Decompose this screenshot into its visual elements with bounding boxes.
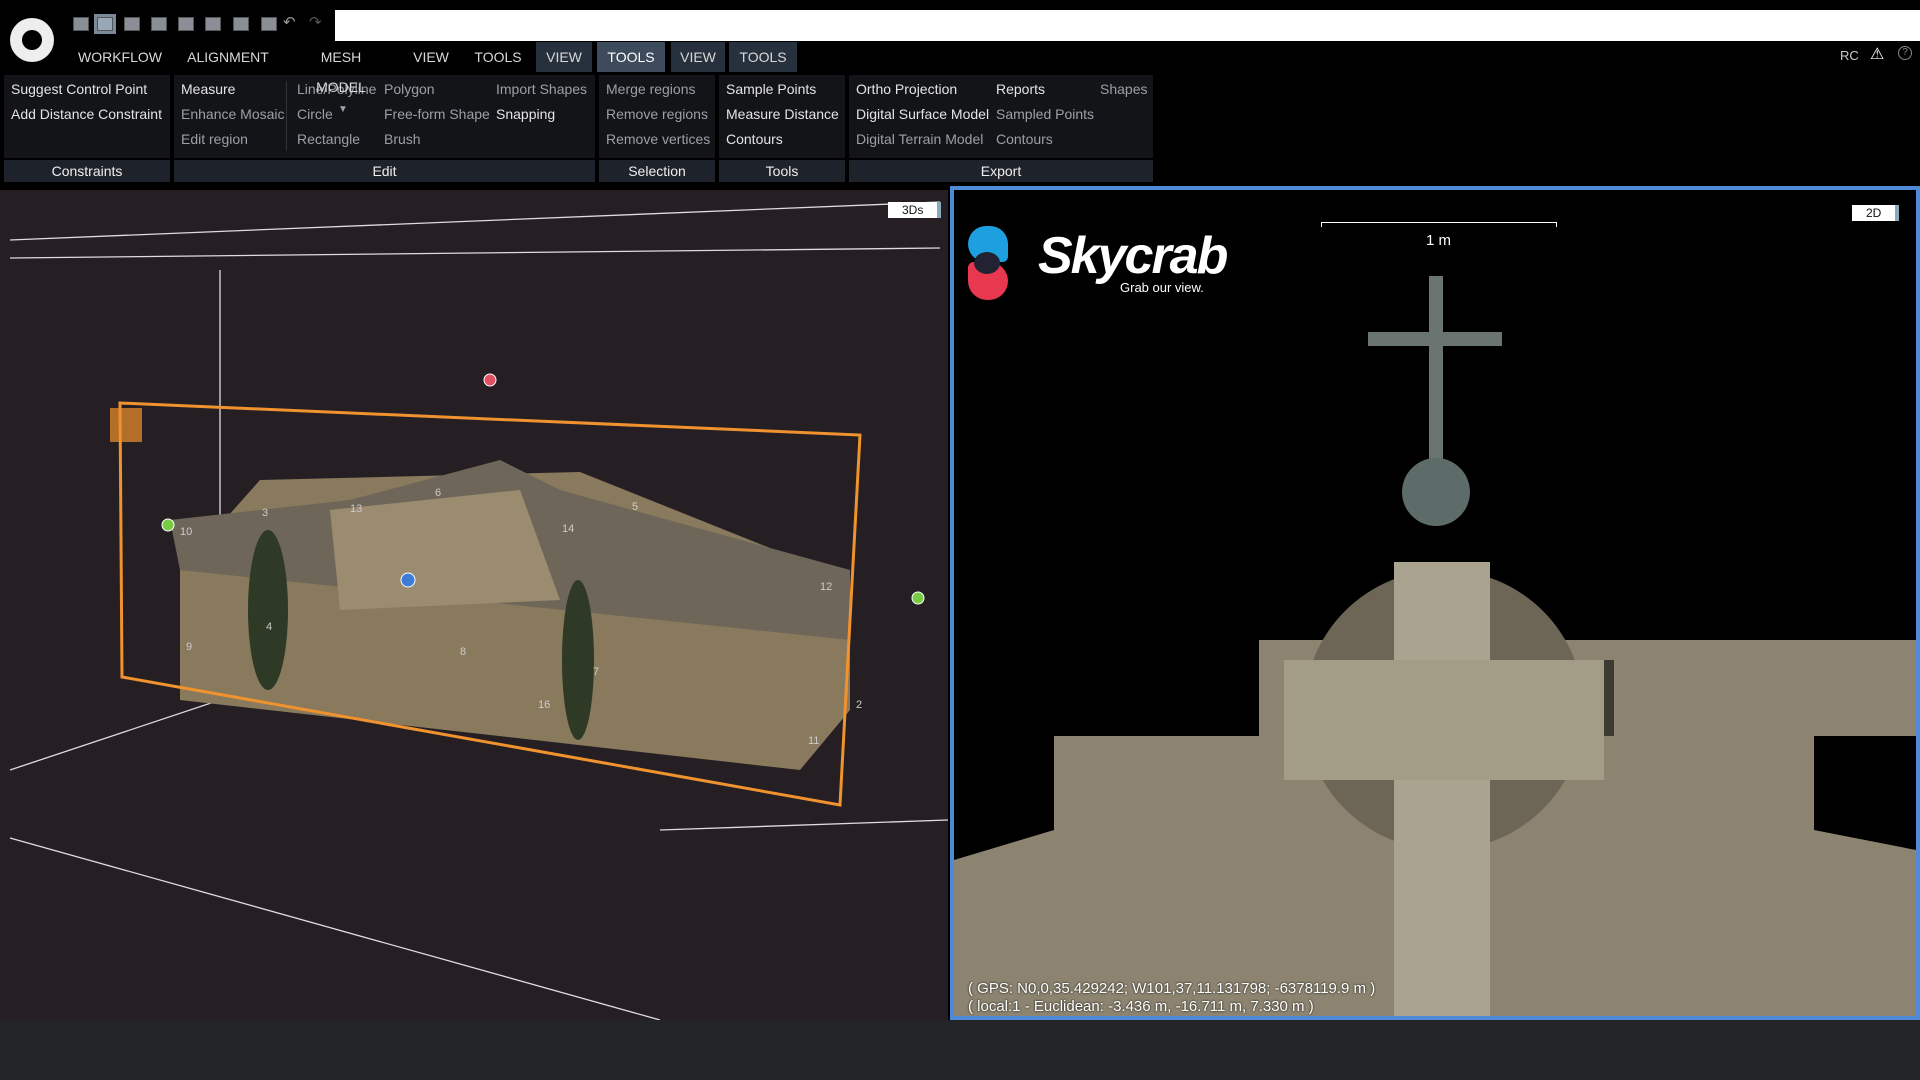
layout-5-icon[interactable] [178, 17, 194, 31]
layout-1-icon[interactable] [73, 17, 89, 31]
tab-view[interactable]: VIEW [536, 42, 592, 72]
viewport-3d[interactable]: 10 3 13 6 14 5 4 9 8 7 16 12 2 11 3Ds [0, 190, 948, 1020]
skycrab-logo-icon [968, 226, 1008, 300]
merge-regions[interactable]: Merge regions [606, 81, 696, 97]
status-bar [0, 1020, 1920, 1080]
group-label-constraints: Constraints [4, 160, 170, 182]
rectangle[interactable]: Rectangle [297, 131, 360, 147]
ortho-projection[interactable]: Ortho Projection [856, 81, 957, 97]
tab-alignment[interactable]: ALIGNMENT [180, 42, 276, 72]
user-label: RC [1840, 48, 1859, 63]
measure[interactable]: Measure [181, 81, 235, 97]
point-label: 13 [350, 503, 362, 515]
undo-icon[interactable]: ↶ [283, 13, 299, 31]
sample-points[interactable]: Sample Points [726, 81, 816, 97]
logo-tagline: Grab our view. [1120, 280, 1204, 295]
warning-icon[interactable]: ⚠ [1870, 44, 1884, 64]
control-point[interactable] [161, 518, 175, 532]
import-shapes[interactable]: Import Shapes [496, 81, 587, 97]
point-label: 8 [460, 646, 466, 658]
group-label-tools: Tools [719, 160, 845, 182]
add-distance-constraint[interactable]: Add Distance Constraint [11, 106, 162, 122]
point-label: 11 [808, 735, 819, 747]
shapes[interactable]: Shapes [1100, 81, 1147, 97]
tab-tools[interactable]: TOOLS [467, 42, 529, 72]
tab-workflow[interactable]: WORKFLOW [70, 42, 170, 72]
help-icon[interactable]: ? [1898, 46, 1912, 60]
control-point[interactable] [911, 591, 925, 605]
scale-bar [1321, 222, 1557, 227]
group-label-selection: Selection [599, 160, 715, 182]
view-mode-badge-2d[interactable]: 2D [1852, 205, 1900, 221]
control-point[interactable] [483, 373, 497, 387]
reports[interactable]: Reports [996, 81, 1045, 97]
contours-tool[interactable]: Contours [726, 131, 783, 147]
point-label: 14 [562, 523, 574, 535]
group-constraints: Suggest Control Point Add Distance Const… [4, 75, 170, 158]
measure-distance[interactable]: Measure Distance [726, 106, 839, 122]
tab-view[interactable]: VIEW [405, 42, 457, 72]
point-label: 6 [435, 487, 441, 499]
group-edit: Measure Enhance Mosaic Edit region Line/… [174, 75, 595, 158]
snapping[interactable]: Snapping [496, 106, 555, 122]
point-label: 12 [820, 581, 832, 593]
tree-icon [248, 530, 288, 690]
suggest-control-point[interactable]: Suggest Control Point [11, 81, 147, 97]
ortho-image [954, 276, 1916, 1016]
chevron-down-icon[interactable]: ▼ [338, 104, 348, 115]
tab-tools[interactable]: TOOLS [597, 42, 665, 72]
contours-export[interactable]: Contours [996, 131, 1053, 147]
remove-vertices[interactable]: Remove vertices [606, 131, 710, 147]
sampled-points[interactable]: Sampled Points [996, 106, 1094, 122]
point-label: 10 [180, 526, 192, 538]
redo-icon[interactable]: ↷ [309, 13, 325, 31]
group-export: Ortho Projection Digital Surface Model D… [849, 75, 1153, 158]
point-label: 5 [632, 501, 638, 513]
group-label-edit: Edit [174, 160, 595, 182]
layout-3-icon[interactable] [124, 17, 140, 31]
layout-7-icon[interactable] [233, 17, 249, 31]
scene-3d: 10 3 13 6 14 5 4 9 8 7 16 12 2 11 [9, 201, 948, 1020]
point-label: 9 [186, 641, 192, 653]
view-mode-badge[interactable]: 3Ds [888, 202, 942, 218]
point-label: 3 [262, 507, 268, 519]
brush[interactable]: Brush [384, 131, 421, 147]
digital-terrain-model[interactable]: Digital Terrain Model [856, 131, 983, 147]
viewport-2d[interactable]: Skycrab Grab our view. 1 m 2D ( GPS: N0,… [950, 186, 1920, 1020]
tab-view[interactable]: VIEW [671, 42, 725, 72]
point-label: 2 [856, 699, 862, 711]
remove-regions[interactable]: Remove regions [606, 106, 708, 122]
gps-readout: ( GPS: N0,0,35.429242; W101,37,11.131798… [968, 980, 1376, 997]
group-selection: Merge regions Remove regions Remove vert… [599, 75, 715, 158]
free-form-shape[interactable]: Free-form Shape [384, 106, 490, 122]
point-label: 16 [538, 699, 550, 711]
layout-2-icon[interactable] [94, 14, 116, 34]
app-logo [10, 18, 54, 62]
group-tools: Sample Points Measure Distance Contours [719, 75, 845, 158]
tab-mesh-model[interactable]: MESH MODEL [288, 42, 394, 95]
enhance-mosaic[interactable]: Enhance Mosaic [181, 106, 285, 122]
layout-4-icon[interactable] [151, 17, 167, 31]
edit-region[interactable]: Edit region [181, 131, 248, 147]
circle[interactable]: Circle [297, 106, 333, 122]
digital-surface-model[interactable]: Digital Surface Model [856, 106, 989, 122]
logo-name: Skycrab [1038, 227, 1228, 285]
scale-label: 1 m [1426, 232, 1452, 249]
tab-tools[interactable]: TOOLS [729, 42, 797, 72]
tree-icon [562, 580, 594, 740]
polygon[interactable]: Polygon [384, 81, 435, 97]
point-label: 7 [593, 666, 599, 678]
control-point[interactable] [400, 572, 416, 588]
layout-6-icon[interactable] [205, 17, 221, 31]
local-readout: ( local:1 - Euclidean: -3.436 m, -16.711… [968, 998, 1314, 1015]
address-bar[interactable] [335, 10, 1920, 41]
layout-8-icon[interactable] [261, 17, 277, 31]
group-label-export: Export [849, 160, 1153, 182]
point-label: 4 [266, 621, 272, 633]
